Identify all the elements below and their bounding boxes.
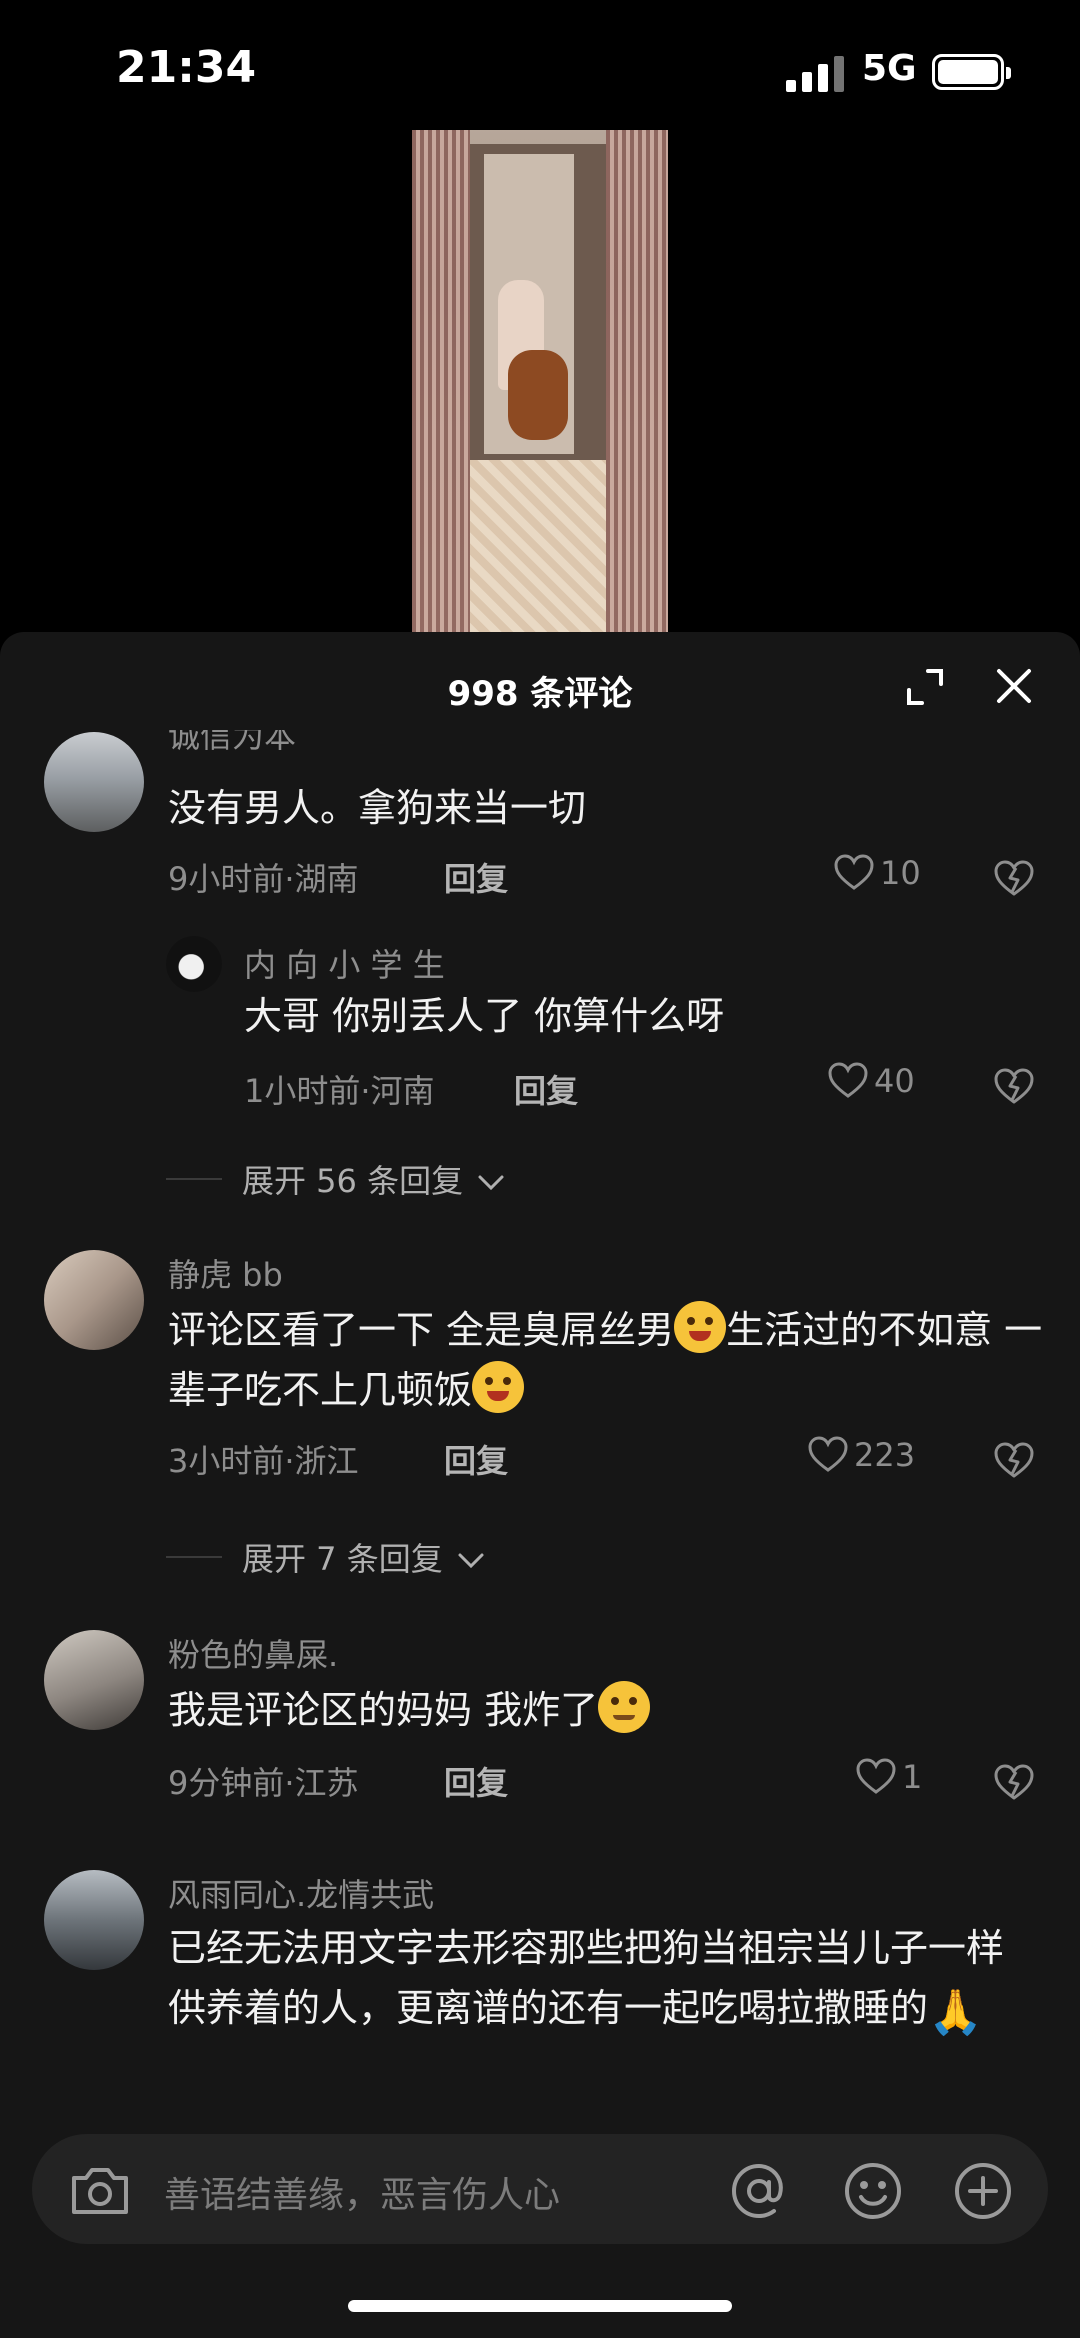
avatar[interactable] [44, 732, 144, 832]
heart-icon [834, 854, 874, 890]
heart-icon [808, 1436, 848, 1472]
chevron-down-icon [458, 1553, 484, 1569]
dislike-icon[interactable] [994, 1442, 1034, 1480]
like-count: 1 [902, 1758, 923, 1796]
reply-button[interactable]: 回复 [514, 1066, 578, 1112]
like-button[interactable]: 223 [808, 1436, 915, 1474]
comment-text: 评论区看了一下 全是臭屌丝男 生活过的不如意 一辈子吃不上几顿饭 [168, 1300, 1048, 1420]
plus-icon[interactable] [952, 2160, 1014, 2222]
comment-text: 已经无法用文字去形容那些把狗当祖宗当儿子一样供养着的人，更离谱的还有一起吃喝拉撒… [168, 1918, 1038, 2043]
like-button[interactable]: 40 [828, 1062, 915, 1100]
video-thumbnail[interactable] [412, 130, 668, 634]
battery-icon [932, 54, 1011, 90]
like-button[interactable]: 10 [834, 854, 921, 892]
like-button[interactable]: 1 [856, 1758, 922, 1796]
comment-input[interactable]: 善语结善缘，恶言伤人心 [164, 2166, 560, 2218]
comment-username[interactable]: 诚信为本 [168, 730, 296, 752]
expand-replies-button[interactable]: 展开 7 条回复 [242, 1534, 485, 1580]
heart-icon [856, 1758, 896, 1794]
comment-username[interactable]: 风雨同心.龙情共武 [168, 1870, 434, 1916]
like-count: 40 [874, 1062, 915, 1100]
sheet-header: 998 条评论 [0, 632, 1080, 742]
comment-text-part: 评论区看了一下 全是臭屌丝男 [168, 1308, 675, 1352]
wink-emoji-icon [472, 1361, 525, 1413]
comment-text-part: 已经无法用文字去形容那些把狗当祖宗当儿子一样供养着的人，更离谱的还有一起吃喝拉撒… [168, 1926, 1005, 2030]
dislike-icon[interactable] [994, 1068, 1034, 1106]
comment-text-part: 我是评论区的妈妈 我炸了 [168, 1688, 599, 1732]
comment-meta: 9小时前·湖南 [168, 860, 359, 898]
status-bar: 21:34 5G [0, 0, 1080, 130]
like-count: 223 [854, 1436, 916, 1474]
comment-username[interactable]: 内 向 小 学 生 [244, 940, 445, 986]
avatar[interactable] [44, 1250, 144, 1350]
angry-soldier-emoji-icon [598, 1681, 651, 1733]
comment-text: 我是评论区的妈妈 我炸了 [168, 1680, 1080, 1740]
heart-icon [828, 1062, 868, 1098]
network-label: 5G [862, 48, 917, 89]
status-time: 21:34 [116, 42, 257, 93]
divider [166, 1556, 222, 1558]
at-icon[interactable] [728, 2160, 790, 2222]
camera-icon[interactable] [68, 2162, 132, 2218]
avatar[interactable] [44, 1870, 144, 1970]
comment-input-bar[interactable]: 善语结善缘，恶言伤人心 [32, 2134, 1048, 2244]
divider [166, 1178, 222, 1180]
smile-icon[interactable] [842, 2160, 904, 2222]
dislike-icon[interactable] [994, 860, 1034, 898]
avatar[interactable] [166, 936, 222, 992]
expand-replies-button[interactable]: 展开 56 条回复 [242, 1156, 505, 1202]
comments-sheet: 998 条评论 诚信为本 没有男人。拿狗来当一切 9小时前·湖南 回复 10 内… [0, 632, 1080, 2338]
comment-username[interactable]: 静虎 bb [168, 1250, 283, 1296]
expand-icon[interactable] [906, 668, 944, 706]
expand-replies-label: 展开 56 条回复 [242, 1162, 464, 1200]
reply-button[interactable]: 回复 [444, 1758, 508, 1804]
comment-meta: 3小时前·浙江 [168, 1442, 359, 1480]
expand-replies-label: 展开 7 条回复 [242, 1540, 443, 1578]
comment-text: 大哥 你别丢人了 你算什么呀 [244, 994, 725, 1038]
reply-button[interactable]: 回复 [444, 854, 508, 900]
comment-meta: 1小时前·河南 [244, 1072, 435, 1110]
wink-emoji-icon [674, 1301, 727, 1353]
avatar[interactable] [44, 1630, 144, 1730]
comment-text: 没有男人。拿狗来当一切 [168, 786, 587, 830]
like-count: 10 [880, 854, 921, 892]
reply-button[interactable]: 回复 [444, 1436, 508, 1482]
chevron-down-icon [478, 1175, 504, 1191]
signal-icon [786, 56, 844, 92]
comment-meta: 9分钟前·江苏 [168, 1764, 359, 1802]
comment-username[interactable]: 粉色的鼻屎. [168, 1630, 338, 1676]
dislike-icon[interactable] [994, 1764, 1034, 1802]
home-indicator[interactable] [348, 2300, 732, 2312]
pray-emoji-icon: 🙏 [928, 1987, 983, 2038]
close-icon[interactable] [994, 666, 1034, 706]
